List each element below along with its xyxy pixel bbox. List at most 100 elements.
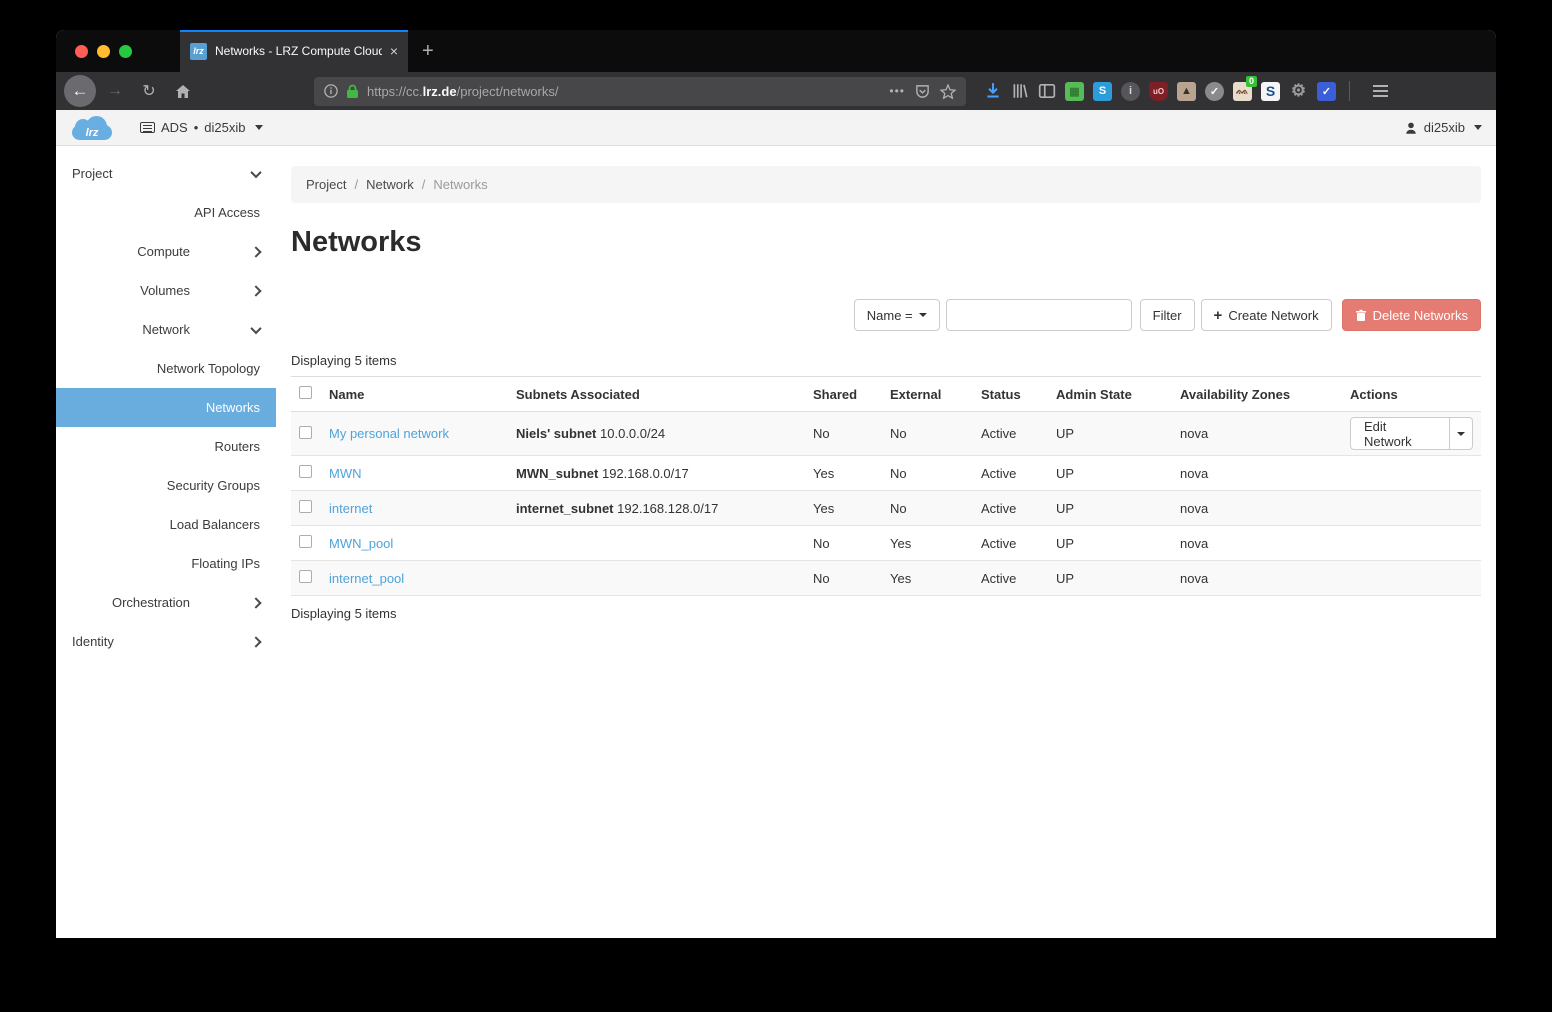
row-checkbox[interactable] — [299, 535, 312, 548]
checkbox-extension-icon[interactable]: ✓ — [1317, 82, 1336, 101]
library-icon[interactable] — [1011, 82, 1029, 100]
new-tab-button[interactable]: + — [408, 30, 448, 72]
create-network-button[interactable]: +Create Network — [1201, 299, 1332, 331]
page-actions-icon[interactable]: ••• — [889, 84, 905, 98]
toolbar-separator — [1349, 81, 1350, 101]
header-external[interactable]: External — [882, 377, 973, 412]
chevron-down-icon — [919, 313, 927, 317]
check-circle-extension-icon[interactable]: ✓ — [1205, 82, 1224, 101]
header-admin-state[interactable]: Admin State — [1048, 377, 1172, 412]
table-row: internet internet_subnet 192.168.128.0/1… — [291, 491, 1481, 526]
chevron-down-icon — [1474, 125, 1482, 130]
table-row: MWN MWN_subnet 192.168.0.0/17 Yes No Act… — [291, 456, 1481, 491]
header-name[interactable]: Name — [321, 377, 508, 412]
header-status[interactable]: Status — [973, 377, 1048, 412]
sidebar-item-network[interactable]: Network — [56, 310, 276, 349]
sidebar-item-routers[interactable]: Routers — [56, 427, 276, 466]
chevron-down-icon — [250, 322, 261, 333]
extension-badge: 0 — [1246, 76, 1257, 87]
horizon-header: lrz ADS • di25xib di25xib — [56, 110, 1496, 146]
s-navy-extension-icon[interactable]: S — [1261, 82, 1280, 101]
chevron-down-icon — [250, 166, 261, 177]
grid-extension-icon[interactable]: ▦ — [1065, 82, 1084, 101]
pocket-icon[interactable] — [915, 84, 930, 99]
project-switcher[interactable]: ADS • di25xib — [140, 120, 263, 135]
sidebar-item-network-topology[interactable]: Network Topology — [56, 349, 276, 388]
edit-network-button[interactable]: Edit Network — [1350, 417, 1450, 450]
chevron-right-icon — [250, 285, 261, 296]
filter-button[interactable]: Filter — [1140, 299, 1195, 331]
sidebar-item-identity[interactable]: Identity — [56, 622, 276, 661]
page-body: Project API Access Compute Volumes Netwo… — [56, 146, 1496, 938]
row-actions-menu-button[interactable] — [1450, 417, 1473, 450]
network-link[interactable]: MWN_pool — [329, 536, 393, 551]
network-link[interactable]: MWN — [329, 466, 362, 481]
breadcrumb-network[interactable]: Network — [366, 177, 414, 192]
sidebar-item-volumes[interactable]: Volumes — [56, 271, 276, 310]
lock-icon — [346, 84, 359, 99]
sidebar-item-load-balancers[interactable]: Load Balancers — [56, 505, 276, 544]
header-shared[interactable]: Shared — [805, 377, 882, 412]
lrz-logo[interactable]: lrz — [70, 116, 114, 140]
downloads-icon[interactable] — [984, 82, 1002, 100]
sidebar-item-security-groups[interactable]: Security Groups — [56, 466, 276, 505]
back-button[interactable]: ← — [64, 75, 96, 107]
user-icon — [1404, 121, 1418, 135]
sidebar-item-floating-ips[interactable]: Floating IPs — [56, 544, 276, 583]
home-button[interactable] — [168, 76, 198, 106]
table-row: internet_pool No Yes Active UP nova — [291, 561, 1481, 596]
reload-button[interactable]: ↻ — [134, 76, 164, 106]
browser-tab[interactable]: lrz Networks - LRZ Compute Cloud × — [180, 30, 408, 72]
sidebar-item-orchestration[interactable]: Orchestration — [56, 583, 276, 622]
breadcrumb-project[interactable]: Project — [306, 177, 346, 192]
browser-navbar: ← → ↻ https://cc.lrz.de/project/networks… — [56, 72, 1496, 110]
badged-extension-icon[interactable]: ᨐ0 — [1233, 82, 1252, 101]
select-all-checkbox[interactable] — [299, 386, 312, 399]
filter-field-select[interactable]: Name = — [854, 299, 940, 331]
tab-title: Networks - LRZ Compute Cloud — [215, 44, 382, 58]
minimize-window-button[interactable] — [97, 45, 110, 58]
user-menu[interactable]: di25xib — [1404, 120, 1482, 135]
chevron-down-icon — [1457, 432, 1465, 436]
gear-extension-icon[interactable]: ⚙ — [1289, 82, 1308, 101]
network-link[interactable]: internet_pool — [329, 571, 404, 586]
row-checkbox[interactable] — [299, 500, 312, 513]
url-text: https://cc.lrz.de/project/networks/ — [367, 84, 881, 99]
row-checkbox[interactable] — [299, 426, 312, 439]
sidebar-item-networks[interactable]: Networks — [56, 388, 276, 427]
forward-button[interactable]: → — [100, 76, 130, 106]
displaying-count-bottom: Displaying 5 items — [291, 606, 1481, 621]
sidebar-item-compute[interactable]: Compute — [56, 232, 276, 271]
sidebar-item-project[interactable]: Project — [56, 154, 276, 193]
ublock-shield-icon[interactable]: uO — [1149, 82, 1168, 101]
filter-input[interactable] — [946, 299, 1132, 331]
site-info-icon[interactable] — [324, 84, 338, 98]
menu-button[interactable] — [1363, 85, 1398, 97]
url-bar[interactable]: https://cc.lrz.de/project/networks/ ••• — [314, 77, 966, 106]
network-link[interactable]: My personal network — [329, 426, 449, 441]
row-checkbox[interactable] — [299, 465, 312, 478]
breadcrumb-networks: Networks — [433, 177, 487, 192]
row-checkbox[interactable] — [299, 570, 312, 583]
url-scheme: https://cc. — [367, 84, 423, 99]
page-title: Networks — [291, 226, 1481, 259]
info-extension-icon[interactable]: i — [1121, 82, 1140, 101]
maximize-window-button[interactable] — [119, 45, 132, 58]
photo-extension-icon[interactable]: ▲ — [1177, 82, 1196, 101]
breadcrumb: Project / Network / Networks — [291, 166, 1481, 203]
trash-icon — [1355, 309, 1367, 322]
delete-networks-button[interactable]: Delete Networks — [1342, 299, 1481, 331]
tab-close-icon[interactable]: × — [390, 43, 398, 59]
close-window-button[interactable] — [75, 45, 88, 58]
network-link[interactable]: internet — [329, 501, 372, 516]
tab-favicon-icon: lrz — [190, 43, 207, 60]
sidebar-item-api-access[interactable]: API Access — [56, 193, 276, 232]
displaying-count-top: Displaying 5 items — [291, 353, 1481, 368]
bookmark-star-icon[interactable] — [940, 84, 956, 99]
s-blue-extension-icon[interactable]: S — [1093, 82, 1112, 101]
extension-toolbar: ▦ S i uO ▲ ✓ ᨐ0 S ⚙ ✓ — [984, 81, 1398, 101]
sidebar-nav: Project API Access Compute Volumes Netwo… — [56, 146, 276, 938]
browser-titlebar: lrz Networks - LRZ Compute Cloud × + — [56, 30, 1496, 72]
header-availability-zones: Availability Zones — [1172, 377, 1342, 412]
sidebars-icon[interactable] — [1038, 82, 1056, 100]
